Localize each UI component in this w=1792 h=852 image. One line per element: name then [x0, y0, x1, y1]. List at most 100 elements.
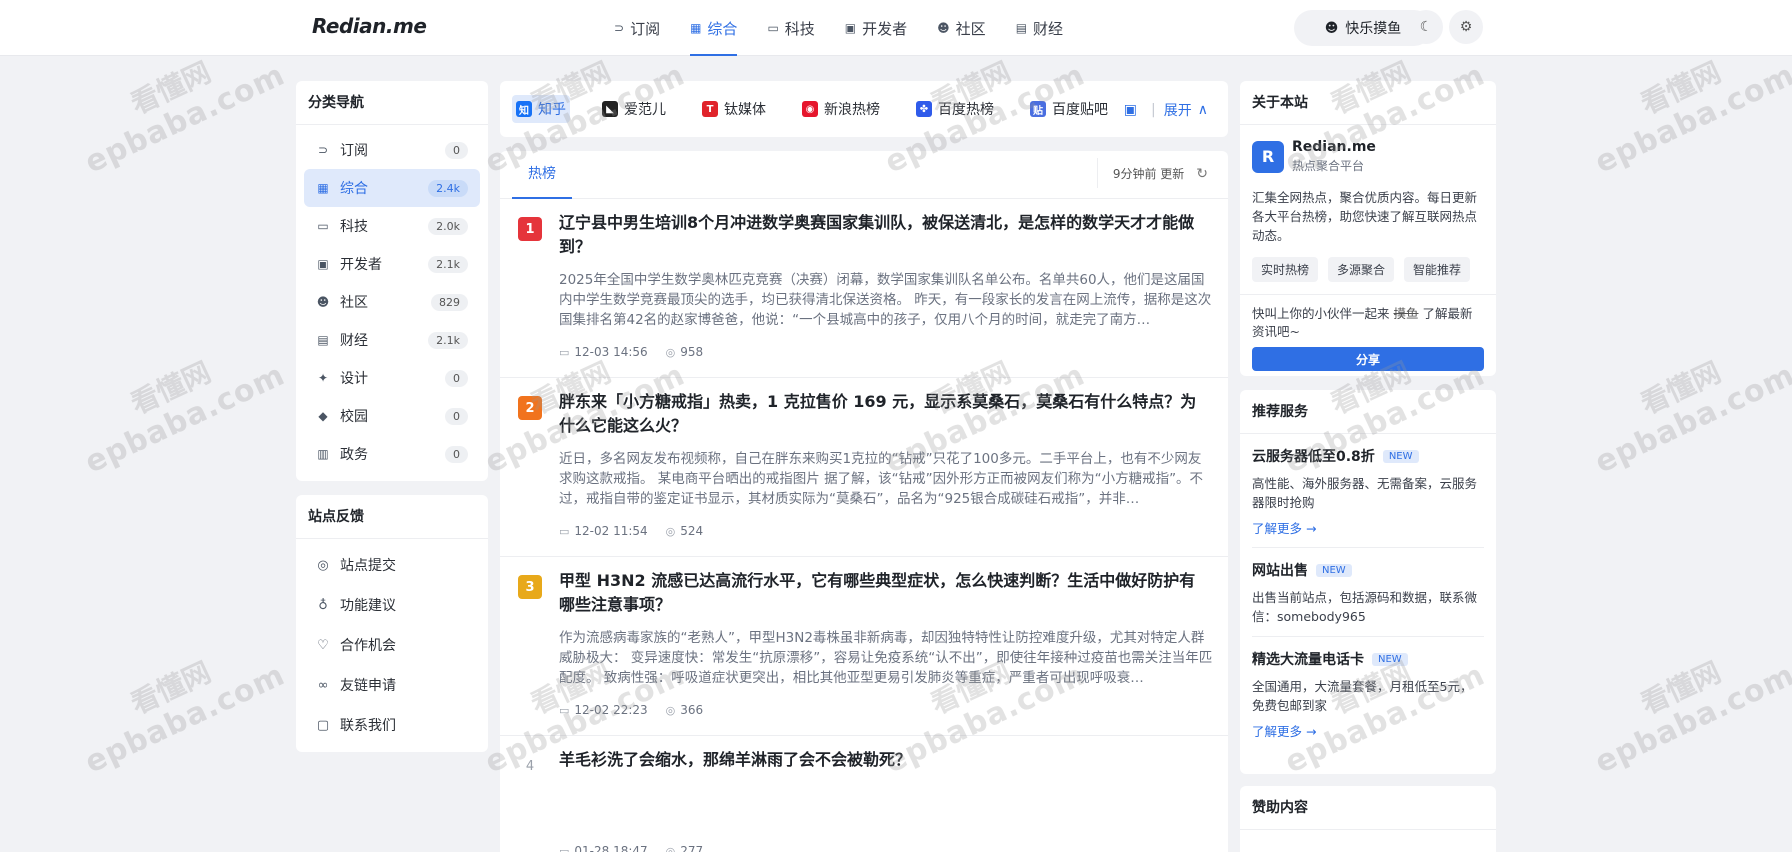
item-time: 12-03 14:56: [574, 345, 648, 359]
item-title[interactable]: 甲型 H3N2 流感已达高流行水平，它有哪些典型症状，怎么快速判断？生活中做好防…: [559, 569, 1209, 617]
watermark-text: epbaba.com: [1589, 357, 1792, 481]
category-design[interactable]: ✦ 设计 0: [304, 359, 480, 397]
item-title[interactable]: 羊毛衫洗了会缩水，那绵羊淋雨了会不会被勒死？: [559, 748, 1209, 772]
item-title[interactable]: 辽宁县中男生培训8个月冲进数学奥赛国家集训队，被保送清北，是怎样的数学天才才能做…: [559, 211, 1209, 259]
category-nav-title: 分类导航: [296, 81, 488, 125]
hot-icon: ◎: [665, 844, 676, 852]
category-tech[interactable]: ▭ 科技 2.0k: [304, 207, 480, 245]
tab-hot[interactable]: 热榜: [512, 151, 572, 199]
feedback-site-submit[interactable]: ◎ 站点提交: [304, 545, 480, 585]
learn-more-link[interactable]: 了解更多 →: [1252, 518, 1484, 537]
nav-finance[interactable]: ▤ 财经: [1016, 0, 1063, 56]
hot-item[interactable]: 4 羊毛衫洗了会缩水，那绵羊淋雨了会不会被勒死？ ▭ 01-28 18:47 ◎ 27…: [500, 736, 1228, 852]
service-item: 精选大流量电话卡 NEW 全国通用，大流量套餐，月租低至5元，免费包邮到家 了解更…: [1252, 637, 1484, 750]
gear-icon: ⚙: [1459, 19, 1473, 35]
hot-item[interactable]: 1 辽宁县中男生培训8个月冲进数学奥赛国家集训队，被保送清北，是怎样的数学天才才…: [500, 199, 1228, 378]
theme-toggle-button[interactable]: ☾: [1409, 10, 1443, 44]
update-time: 9分钟前 更新: [1112, 167, 1185, 181]
share-text: 快叫上你的小伙伴一起来 摸鱼 了解最新资讯吧~: [1252, 305, 1484, 341]
category-government[interactable]: ▥ 政务 0: [304, 435, 480, 473]
feedback-label: 站点提交: [340, 558, 396, 574]
item-meta: ▭ 12-02 22:23 ◎ 366: [559, 703, 703, 717]
source-zhihu[interactable]: 知知乎: [512, 95, 570, 123]
category-count: 0: [445, 369, 468, 387]
source-sina[interactable]: ◉ 新浪热榜: [798, 95, 884, 123]
feature-tag: 多源聚合: [1328, 257, 1395, 282]
nav-general[interactable]: ▦ 综合: [690, 0, 738, 56]
category-label: 设计: [340, 371, 368, 387]
category-general[interactable]: ▦ 综合 2.4k: [304, 169, 480, 207]
watermark: 看懂网 epbaba.com: [66, 327, 291, 480]
category-label: 财经: [340, 333, 368, 349]
item-time: 01-28 18:47: [574, 844, 648, 852]
category-campus[interactable]: ◆ 校园 0: [304, 397, 480, 435]
settings-button[interactable]: ⚙: [1449, 10, 1483, 44]
rank-badge: 3: [518, 575, 542, 599]
users-icon: ☻: [316, 295, 330, 309]
hot-list-card: 热榜 9分钟前 更新 ↻ 1 辽宁县中男生培训8个月冲进数学奥赛国家集训队，被保…: [500, 151, 1228, 852]
watermark: 看懂网 epbaba.com: [1576, 327, 1792, 480]
category-label: 校园: [340, 409, 368, 425]
service-item: 云服务器低至0.8折 NEW 高性能、海外服务器、无需备案，云服务器限时抢购 了解…: [1252, 434, 1484, 548]
hot-item[interactable]: 3 甲型 H3N2 流感已达高流行水平，它有哪些典型症状，怎么快速判断？生活中做…: [500, 557, 1228, 736]
share-button[interactable]: 分享: [1252, 347, 1484, 371]
new-badge: NEW: [1316, 563, 1352, 577]
source-tieba[interactable]: 贴百度贴吧: [1026, 95, 1112, 123]
feedback-suggestion[interactable]: ♁ 功能建议: [304, 585, 480, 625]
users-icon: ☻: [937, 21, 950, 35]
feedback-contact[interactable]: ▢ 联系我们: [304, 705, 480, 745]
nav-label: 开发者: [862, 19, 908, 38]
nav-developer[interactable]: ▣ 开发者: [845, 0, 907, 56]
new-badge: NEW: [1372, 652, 1408, 666]
calendar-icon: ▭: [559, 844, 570, 852]
watermark-text: 看懂网: [1635, 355, 1726, 421]
watermark-text: epbaba.com: [1589, 57, 1792, 181]
brand-logo: R: [1252, 140, 1284, 173]
category-community[interactable]: ☻ 社区 829: [304, 283, 480, 321]
feedback-cooperation[interactable]: ♡ 合作机会: [304, 625, 480, 665]
refresh-icon[interactable]: ↻: [1196, 166, 1208, 182]
chevron-up-icon: ∧: [1197, 102, 1208, 118]
expand-sources-button[interactable]: ▣ | 展开 ∧: [1124, 100, 1208, 120]
new-badge: NEW: [1382, 449, 1419, 463]
item-description: 2025年全国中学生数学奥林匹克竞赛（决赛）闭幕，数学国家集训队名单公布。名单共…: [559, 272, 1212, 328]
rank-badge: 2: [518, 396, 542, 420]
nav-community[interactable]: ☻ 社区: [937, 0, 986, 56]
source-ifanr[interactable]: ◣ 爱范儿: [598, 95, 670, 123]
money-icon: ▤: [1015, 21, 1028, 35]
sponsor-title: 赞助内容: [1240, 786, 1496, 830]
category-subscribe[interactable]: ⊃ 订阅 0: [304, 131, 480, 169]
category-count: 2.1k: [428, 255, 468, 273]
source-label: 爱范儿: [624, 102, 666, 118]
monitor-icon: ▭: [317, 219, 329, 233]
source-label: 新浪热榜: [824, 102, 880, 118]
category-finance[interactable]: ▤ 财经 2.1k: [304, 321, 480, 359]
site-logo[interactable]: Redian.me: [312, 14, 427, 38]
category-developer[interactable]: ▣ 开发者 2.1k: [304, 245, 480, 283]
hot-item[interactable]: 2 胖东来「小方糖戒指」热卖，1 克拉售价 169 元，显示系莫桑石，莫桑石有什…: [500, 378, 1228, 557]
nav-label: 科技: [784, 19, 815, 38]
category-label: 综合: [340, 181, 368, 197]
watermark-text: epbaba.com: [79, 57, 291, 181]
category-count: 2.1k: [428, 331, 468, 349]
watermark-text: 看懂网: [125, 355, 216, 421]
source-label: 百度贴吧: [1052, 102, 1108, 118]
source-tmtpost[interactable]: T 钛媒体: [698, 95, 770, 123]
separator: |: [1151, 102, 1156, 118]
feedback-list: ◎ 站点提交 ♁ 功能建议 ♡ 合作机会 ∞ 友链申请 ▢ 联系我们: [296, 539, 488, 751]
feedback-friend-link[interactable]: ∞ 友链申请: [304, 665, 480, 705]
nav-tech[interactable]: ▭ 科技: [767, 0, 814, 56]
divider: [1240, 294, 1496, 295]
hot-list-header: 热榜 9分钟前 更新 ↻: [500, 151, 1228, 199]
category-label: 开发者: [340, 257, 382, 273]
top-bar: Redian.me ⊃ 订阅 ▦ 综合 ▭ 科技 ▣ 开发者 ☻ 社区 ▤ 财经 ☻ 快乐摸鱼…: [0, 0, 1792, 56]
feature-tags: 实时热榜 多源聚合 智能推荐: [1252, 257, 1484, 282]
nav-subscribe[interactable]: ⊃ 订阅: [614, 0, 660, 56]
learn-more-link[interactable]: 了解更多 →: [1252, 721, 1484, 740]
brand: R Redian.me 热点聚合平台: [1252, 139, 1484, 174]
smile-icon: ☻: [1324, 20, 1339, 36]
item-hot-count: 277: [680, 844, 704, 852]
building-icon: ▥: [317, 447, 329, 461]
item-title[interactable]: 胖东来「小方糖戒指」热卖，1 克拉售价 169 元，显示系莫桑石，莫桑石有什么特…: [559, 390, 1209, 438]
source-baidu-hot[interactable]: ✤ 百度热榜: [912, 95, 998, 123]
